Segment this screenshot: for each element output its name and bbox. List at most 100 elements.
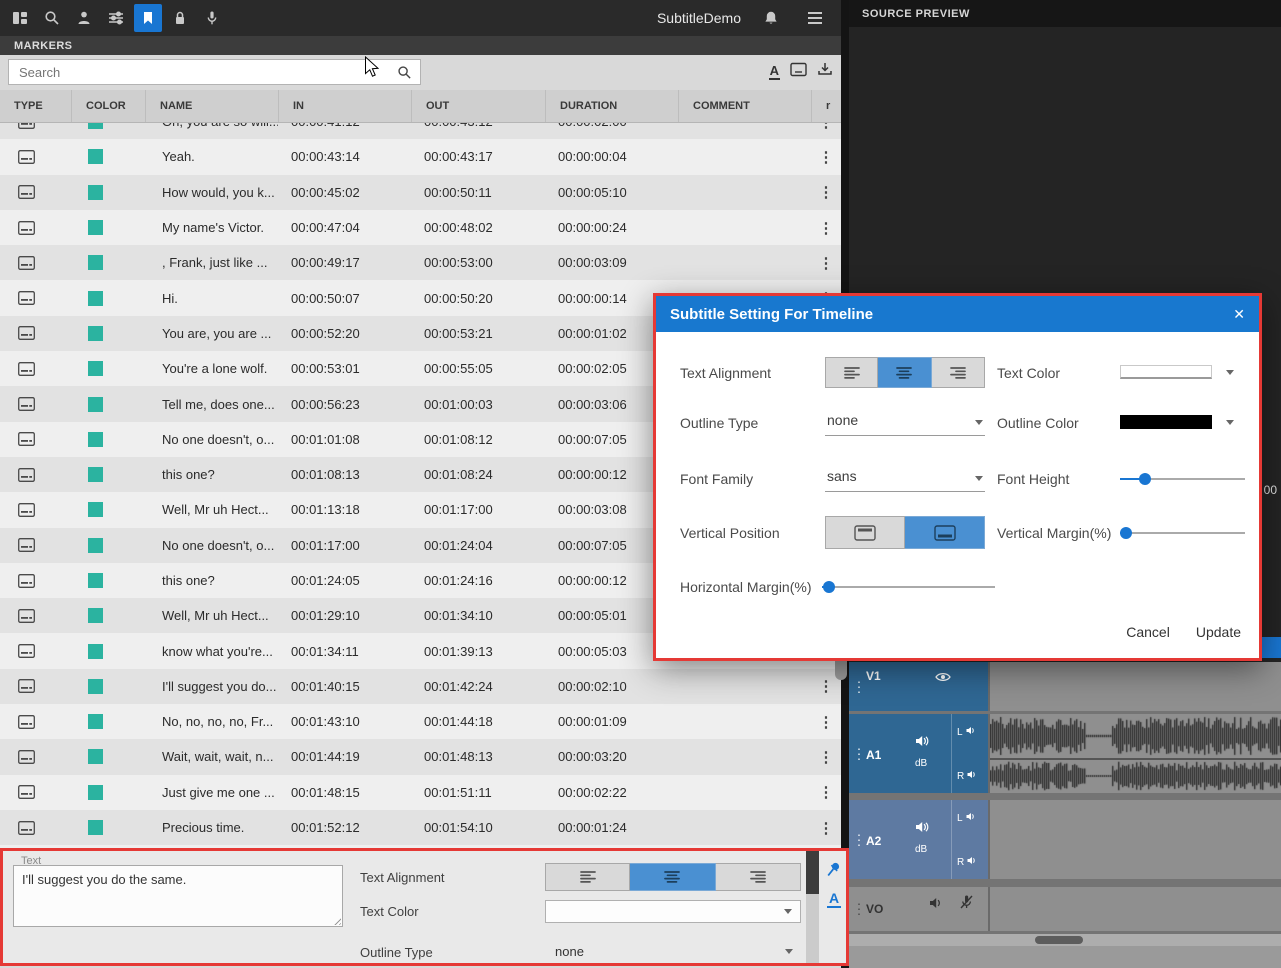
table-row[interactable]: No, no, no, no, Fr... 00:01:43:10 00:01:… [0,704,841,739]
marker-color-swatch[interactable] [88,679,103,694]
align-left-button[interactable] [825,357,878,388]
speaker-icon[interactable] [967,856,977,868]
outline-type-dropdown[interactable]: none [825,406,985,436]
track-v1-content[interactable] [988,662,1281,711]
table-row[interactable]: Wait, wait, wait, n... 00:01:44:19 00:01… [0,739,841,774]
close-icon[interactable]: ✕ [1233,306,1245,323]
speaker-icon[interactable] [929,896,943,914]
drag-handle-icon[interactable]: ⋮ [852,831,866,848]
search-input[interactable] [9,65,389,80]
marker-color-swatch[interactable] [88,397,103,412]
table-row[interactable]: I'll suggest you do... 00:01:40:15 00:01… [0,669,841,704]
marker-color-swatch[interactable] [88,538,103,553]
row-menu-button[interactable]: ⋮ [811,748,841,766]
table-row[interactable]: Precious time. 00:01:52:12 00:01:54:10 0… [0,810,841,845]
marker-color-swatch[interactable] [88,785,103,800]
marker-color-swatch[interactable] [88,220,103,235]
track-vo-header[interactable]: ⋮ VO [849,887,988,931]
text-color-dropdown[interactable] [1120,365,1234,379]
text-color-dropdown[interactable] [545,900,801,923]
row-menu-button[interactable]: ⋮ [811,219,841,237]
row-menu-button[interactable]: ⋮ [811,123,841,131]
marker-color-swatch[interactable] [88,608,103,623]
marker-color-swatch[interactable] [88,644,103,659]
search-icon[interactable] [38,4,66,32]
marker-color-swatch[interactable] [88,820,103,835]
search-submit-icon[interactable] [389,65,420,80]
user-flow-icon[interactable] [70,4,98,32]
speaker-icon[interactable] [915,734,929,752]
align-right-button[interactable] [932,357,985,388]
subtitle-text-input[interactable]: I'll suggest you do the same. [13,865,343,927]
marker-color-swatch[interactable] [88,149,103,164]
mic-muted-icon[interactable] [959,894,974,915]
marker-color-swatch[interactable] [88,291,103,306]
marker-color-swatch[interactable] [88,502,103,517]
editor-scrollbar-thumb[interactable] [806,851,819,894]
table-row[interactable]: Just give me one ... 00:01:48:15 00:01:5… [0,775,841,810]
slider-thumb[interactable] [1120,527,1132,539]
row-menu-button[interactable]: ⋮ [811,783,841,801]
sliders-icon[interactable] [102,4,130,32]
horizontal-margin-slider[interactable] [822,581,995,593]
outline-color-dropdown[interactable] [1120,415,1234,429]
position-bottom-button[interactable] [905,516,985,549]
vertical-margin-slider[interactable] [1120,527,1245,539]
drag-handle-icon[interactable]: ⋮ [852,901,866,918]
align-center-button[interactable] [630,863,715,891]
track-a2-content[interactable] [988,800,1281,879]
align-right-button[interactable] [716,863,801,891]
row-menu-button[interactable]: ⋮ [811,254,841,272]
marker-color-swatch[interactable] [88,714,103,729]
cancel-button[interactable]: Cancel [1126,624,1170,640]
font-height-slider[interactable] [1120,473,1245,485]
table-row[interactable]: My name's Victor. 00:00:47:04 00:00:48:0… [0,210,841,245]
outline-type-dropdown[interactable]: none [545,939,801,963]
track-a1-content[interactable] [988,714,1281,793]
timeline-scrollbar-thumb[interactable] [1035,936,1083,944]
table-row[interactable]: Oh, you are so will... 00:00:41:12 00:00… [0,123,841,139]
track-vo-content[interactable] [988,887,1281,931]
import-icon[interactable] [817,61,833,82]
visibility-eye-icon[interactable] [935,670,951,688]
position-top-button[interactable] [825,516,905,549]
drag-handle-icon[interactable]: ⋮ [852,745,866,762]
row-menu-button[interactable]: ⋮ [811,713,841,731]
table-row[interactable]: , Frank, just like ... 00:00:49:17 00:00… [0,245,841,280]
row-menu-button[interactable]: ⋮ [811,819,841,837]
track-a1-header[interactable]: ⋮ A1 dB L R [849,714,988,793]
track-a2-header[interactable]: ⋮ A2 dB L R [849,800,988,879]
align-center-button[interactable] [878,357,931,388]
subtitle-box-icon[interactable] [790,62,807,82]
font-style-icon[interactable]: A [827,891,841,908]
marker-icon[interactable] [134,4,162,32]
slider-thumb[interactable] [823,581,835,593]
pin-icon[interactable] [825,861,842,883]
hidden-blue-button[interactable] [1262,637,1281,658]
font-family-dropdown[interactable]: sans [825,462,985,492]
table-row[interactable]: Yeah. 00:00:43:14 00:00:43:17 00:00:00:0… [0,139,841,174]
speaker-icon[interactable] [967,770,977,782]
table-row[interactable]: How would, you k... 00:00:45:02 00:00:50… [0,175,841,210]
bell-icon[interactable] [757,4,785,32]
update-button[interactable]: Update [1196,624,1241,640]
track-v1-header[interactable]: ⋮ V1 [849,662,988,711]
menu-icon[interactable] [801,4,829,32]
marker-color-swatch[interactable] [88,326,103,341]
speaker-icon[interactable] [915,820,929,838]
marker-color-swatch[interactable] [88,573,103,588]
row-menu-button[interactable]: ⋮ [811,677,841,695]
marker-color-swatch[interactable] [88,361,103,376]
marker-color-swatch[interactable] [88,255,103,270]
marker-color-swatch[interactable] [88,185,103,200]
speaker-icon[interactable] [966,812,976,824]
marker-color-swatch[interactable] [88,749,103,764]
marker-color-swatch[interactable] [88,432,103,447]
row-menu-button[interactable]: ⋮ [811,148,841,166]
font-style-icon[interactable]: A [769,64,780,80]
mic-icon[interactable] [198,4,226,32]
speaker-icon[interactable] [966,726,976,738]
slider-thumb[interactable] [1139,473,1151,485]
drag-handle-icon[interactable]: ⋮ [852,678,866,695]
marker-color-swatch[interactable] [88,123,103,129]
